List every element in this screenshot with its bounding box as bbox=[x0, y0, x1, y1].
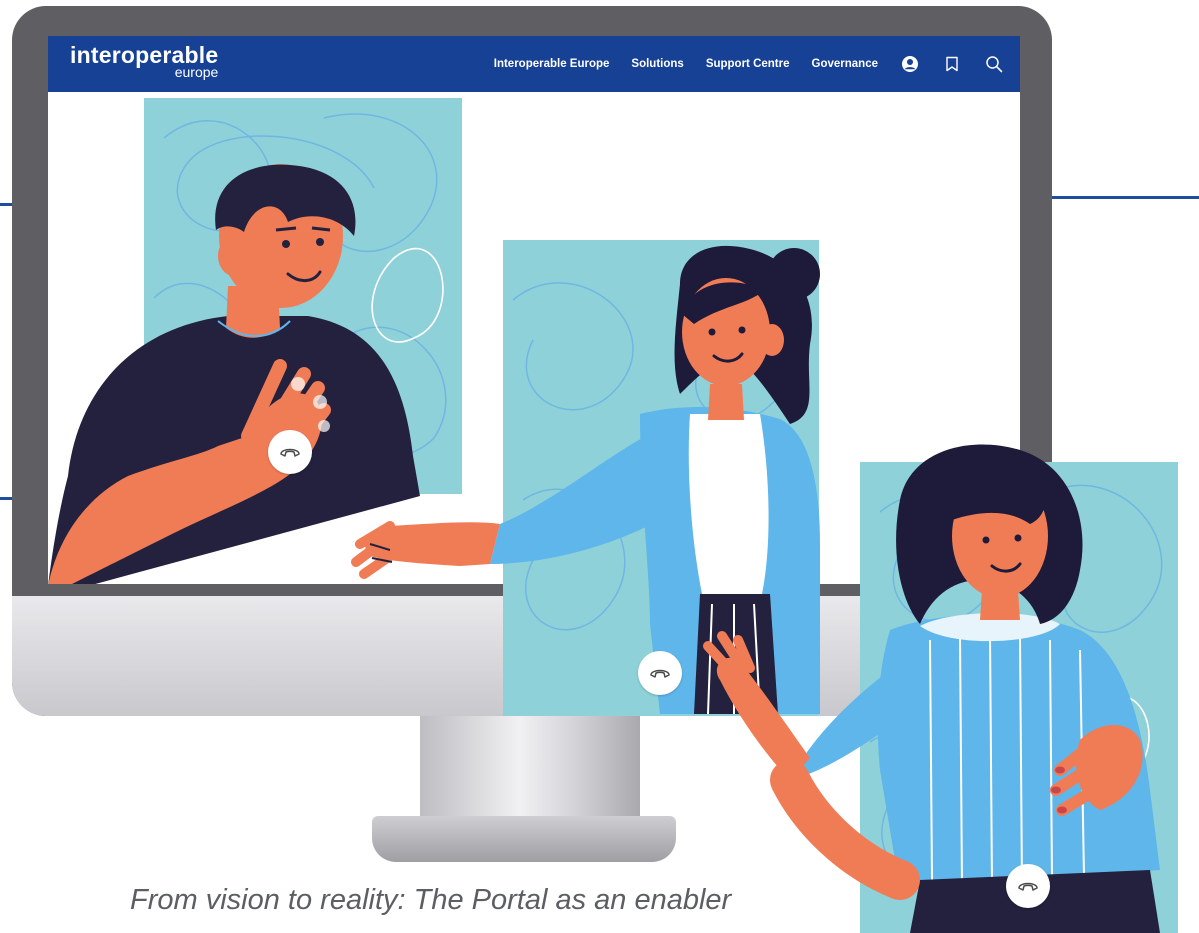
hangup-button-woman-right[interactable] bbox=[1006, 864, 1050, 908]
brand-logo[interactable]: interoperable europe bbox=[70, 44, 218, 80]
nav-support-centre[interactable]: Support Centre bbox=[706, 58, 790, 70]
bookmark-icon[interactable] bbox=[942, 54, 962, 74]
decorative-rule-right bbox=[1052, 196, 1199, 199]
phone-hangup-icon bbox=[1018, 882, 1038, 891]
nav-governance[interactable]: Governance bbox=[812, 58, 878, 70]
phone-hangup-icon bbox=[280, 448, 300, 457]
navbar: interoperable europe Interoperable Europ… bbox=[48, 36, 1020, 92]
search-icon[interactable] bbox=[984, 54, 1004, 74]
nav-solutions[interactable]: Solutions bbox=[631, 58, 683, 70]
illustration: interoperable europe Interoperable Europ… bbox=[0, 0, 1199, 933]
monitor-neck bbox=[420, 712, 640, 822]
hangup-button-man[interactable] bbox=[268, 430, 312, 474]
person-woman-right bbox=[703, 444, 1160, 933]
monitor-base bbox=[372, 816, 676, 862]
caption: From vision to reality: The Portal as an… bbox=[130, 884, 732, 916]
user-icon[interactable] bbox=[900, 54, 920, 74]
hangup-button-woman-center[interactable] bbox=[638, 651, 682, 695]
phone-hangup-icon bbox=[650, 669, 670, 678]
nav-interoperable-europe[interactable]: Interoperable Europe bbox=[494, 58, 610, 70]
main-nav: Interoperable Europe Solutions Support C… bbox=[494, 36, 1004, 92]
